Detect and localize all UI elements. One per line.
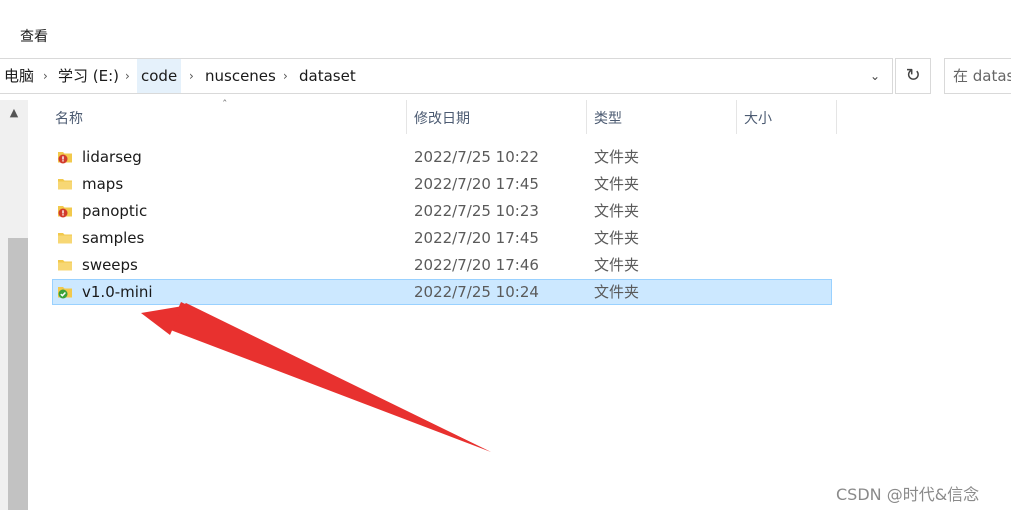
file-modified: 2022/7/20 17:46 — [414, 256, 539, 274]
file-type: 文件夹 — [594, 148, 640, 166]
column-header-modified[interactable]: 修改日期 — [414, 100, 470, 134]
file-type: 文件夹 — [594, 229, 640, 247]
file-name: sweeps — [82, 256, 138, 274]
refresh-button[interactable]: ↻ — [895, 58, 931, 94]
breadcrumb-nuscenes[interactable]: nuscenes — [201, 59, 280, 93]
search-input[interactable] — [945, 59, 1011, 93]
column-divider[interactable] — [736, 100, 737, 134]
file-modified: 2022/7/20 17:45 — [414, 229, 539, 247]
chevron-down-icon[interactable]: ⌄ — [858, 59, 892, 93]
scroll-up-arrow-icon[interactable]: ▲ — [0, 100, 28, 126]
folder-error-icon — [58, 206, 72, 218]
column-header-size[interactable]: 大小 — [744, 100, 772, 134]
file-row[interactable]: sweeps 2022/7/20 17:46 文件夹 — [52, 252, 832, 278]
file-name: v1.0-mini — [82, 283, 153, 301]
file-row[interactable]: samples 2022/7/20 17:45 文件夹 — [52, 225, 832, 251]
arrow-head — [141, 306, 183, 335]
file-type: 文件夹 — [594, 283, 640, 301]
file-type: 文件夹 — [594, 202, 640, 220]
arrow-shaft-body — [160, 303, 491, 452]
file-modified: 2022/7/25 10:23 — [414, 202, 539, 220]
nav-pane-scrollbar[interactable]: ▲ — [0, 100, 28, 510]
address-bar[interactable]: 电脑 › 学习 (E:) › code › nuscenes › dataset… — [0, 58, 893, 94]
file-type: 文件夹 — [594, 175, 640, 193]
column-divider[interactable] — [586, 100, 587, 134]
ribbon: 查看 — [0, 0, 1011, 53]
column-divider[interactable] — [406, 100, 407, 134]
file-name: maps — [82, 175, 124, 193]
file-name: panoptic — [82, 202, 148, 220]
breadcrumb-chevron-icon[interactable]: › — [189, 59, 194, 93]
breadcrumb-drive-e[interactable]: 学习 (E:) — [54, 59, 123, 93]
file-type: 文件夹 — [594, 256, 640, 274]
file-row[interactable]: panoptic 2022/7/25 10:23 文件夹 — [52, 198, 832, 224]
scroll-thumb[interactable] — [8, 238, 28, 510]
file-row[interactable]: v1.0-mini 2022/7/25 10:24 文件夹 — [52, 279, 832, 305]
file-name: lidarseg — [82, 148, 142, 166]
folder-icon — [58, 233, 72, 244]
breadcrumb-dataset[interactable]: dataset — [295, 59, 360, 93]
folder-error-icon — [58, 152, 72, 164]
watermark: CSDN @时代&信念 — [836, 485, 980, 504]
address-row: 电脑 › 学习 (E:) › code › nuscenes › dataset… — [0, 52, 1011, 100]
file-row[interactable]: maps 2022/7/20 17:45 文件夹 — [52, 171, 832, 197]
breadcrumb-chevron-icon[interactable]: › — [125, 59, 130, 93]
column-header-name[interactable]: 名称 — [55, 100, 83, 134]
breadcrumb-chevron-icon[interactable]: › — [283, 59, 288, 93]
search-box[interactable] — [944, 58, 1011, 94]
arrow-shaft — [176, 302, 491, 452]
file-name: samples — [82, 229, 145, 247]
sort-ascending-icon: ˆ — [222, 98, 228, 111]
file-modified: 2022/7/25 10:22 — [414, 148, 539, 166]
file-modified: 2022/7/20 17:45 — [414, 175, 539, 193]
file-row[interactable]: lidarseg 2022/7/25 10:22 文件夹 — [52, 144, 832, 170]
breadcrumb-code[interactable]: code — [137, 59, 182, 93]
refresh-icon: ↻ — [905, 65, 921, 86]
folder-icon — [58, 179, 72, 190]
column-header-type[interactable]: 类型 — [594, 100, 622, 134]
column-divider[interactable] — [836, 100, 837, 134]
view-tab[interactable]: 查看 — [20, 26, 48, 46]
breadcrumb-computer[interactable]: 电脑 — [0, 59, 38, 93]
breadcrumb-chevron-icon[interactable]: › — [43, 59, 48, 93]
folder-icon — [58, 260, 72, 271]
folder-ok-icon — [58, 287, 72, 299]
file-modified: 2022/7/25 10:24 — [414, 283, 539, 301]
